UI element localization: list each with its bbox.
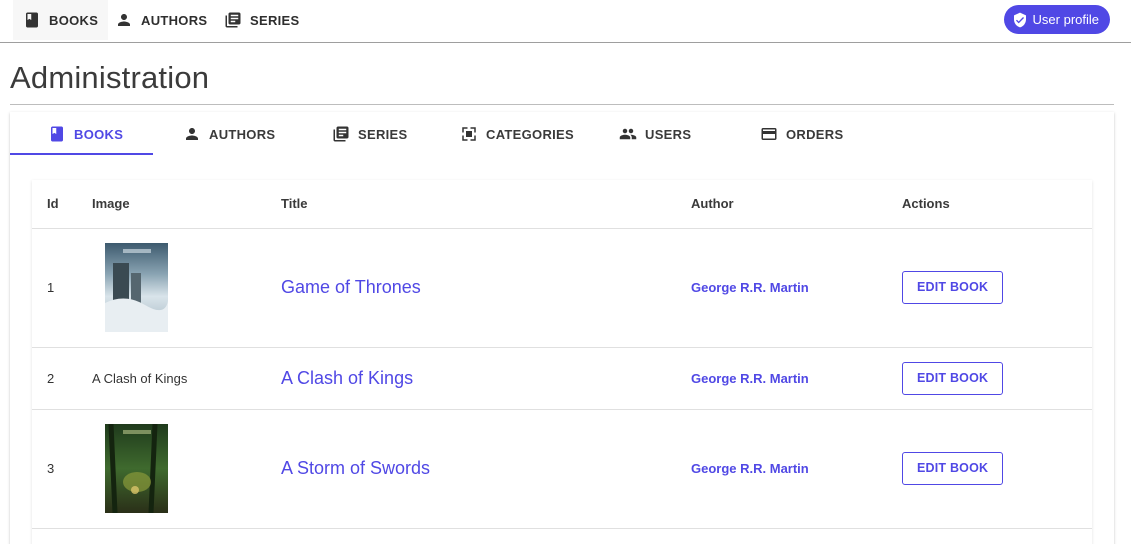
book-cover-image <box>105 243 168 332</box>
active-tab-indicator <box>10 153 153 155</box>
header-image: Image <box>92 180 281 229</box>
admin-card: BOOKS AUTHORS SERIES CATEGORIES USERS OR… <box>10 112 1114 544</box>
tab-authors-label: AUTHORS <box>209 126 276 142</box>
top-navbar: BOOKS AUTHORS SERIES User profile <box>0 0 1131 43</box>
table-row: 3 A Storm of Swords George R.R. Martin E… <box>32 409 1092 529</box>
tab-categories-label: CATEGORIES <box>486 126 574 142</box>
book-author-link[interactable]: George R.R. Martin <box>691 371 809 386</box>
cell-title: A Clash of Kings <box>281 347 691 410</box>
header-title: Title <box>281 180 691 229</box>
cell-empty <box>32 528 92 544</box>
book-author-link[interactable]: George R.R. Martin <box>691 280 809 295</box>
tab-orders[interactable]: ORDERS <box>760 112 843 156</box>
cell-author: George R.R. Martin <box>691 409 902 529</box>
cell-empty <box>902 528 1092 544</box>
book-title-link[interactable]: A Storm of Swords <box>281 458 430 478</box>
cell-image-alt: A Clash of Kings <box>92 347 281 410</box>
book-author-link[interactable]: George R.R. Martin <box>691 461 809 476</box>
header-actions: Actions <box>902 180 1092 229</box>
user-profile-label: User profile <box>1032 12 1099 27</box>
topnav-series[interactable]: SERIES <box>214 0 309 40</box>
cell-actions: EDIT BOOK <box>902 347 1092 410</box>
cell-title: Game of Thrones <box>281 228 691 348</box>
edit-book-button[interactable]: EDIT BOOK <box>902 361 1004 395</box>
book-title-link[interactable]: A Clash of Kings <box>281 368 413 388</box>
tab-books-label: BOOKS <box>74 126 124 142</box>
edit-book-button[interactable]: EDIT BOOK <box>902 271 1004 304</box>
table-header-row: Id Image Title Author Actions <box>32 180 1092 229</box>
cell-actions: EDIT BOOK <box>902 409 1092 529</box>
cell-empty <box>281 528 691 544</box>
book-title-link[interactable]: Game of Thrones <box>281 277 421 297</box>
edit-book-button[interactable]: EDIT BOOK <box>902 452 1004 485</box>
book-icon <box>51 126 63 142</box>
topnav-books[interactable]: BOOKS <box>13 0 109 40</box>
shield-check-icon <box>1013 12 1026 27</box>
user-profile-button[interactable]: User profile <box>1003 5 1110 34</box>
tab-categories[interactable]: CATEGORIES <box>460 112 574 156</box>
person-icon <box>118 14 130 26</box>
books-table-container: Id Image Title Author Actions 1 Game of … <box>32 180 1092 544</box>
table-row-partial <box>32 528 1092 544</box>
topnav-authors[interactable]: AUTHORS <box>105 0 217 40</box>
tab-orders-label: ORDERS <box>786 126 844 142</box>
tab-series-label: SERIES <box>358 126 408 142</box>
library-icon <box>225 12 241 28</box>
topnav-series-label: SERIES <box>250 12 300 28</box>
cell-author: George R.R. Martin <box>691 347 902 410</box>
admin-tabs: BOOKS AUTHORS SERIES CATEGORIES USERS OR… <box>10 112 1114 156</box>
header-id: Id <box>32 180 92 229</box>
cell-id: 3 <box>32 409 92 529</box>
library-icon <box>333 126 349 142</box>
group-icon <box>619 128 637 140</box>
cell-image <box>92 409 281 529</box>
cell-id: 2 <box>32 347 92 410</box>
cell-actions: EDIT BOOK <box>902 228 1092 348</box>
tab-series[interactable]: SERIES <box>332 112 407 156</box>
tab-users[interactable]: USERS <box>619 112 691 156</box>
tab-users-label: USERS <box>645 126 692 142</box>
table-row: 1 Game of Thrones George R.R. Martin EDI… <box>32 228 1092 348</box>
cell-image <box>92 228 281 348</box>
book-cover-image <box>105 424 168 513</box>
topnav-authors-label: AUTHORS <box>141 12 208 28</box>
books-table: Id Image Title Author Actions 1 Game of … <box>32 180 1092 544</box>
card-icon <box>761 128 777 140</box>
cell-author: George R.R. Martin <box>691 228 902 348</box>
header-author: Author <box>691 180 902 229</box>
category-icon <box>462 127 476 141</box>
page-title: Administration <box>10 60 210 95</box>
cell-empty <box>92 528 281 544</box>
table-row: 2 A Clash of Kings A Clash of Kings Geor… <box>32 347 1092 410</box>
cell-id: 1 <box>32 228 92 348</box>
tab-books[interactable]: BOOKS <box>48 112 123 156</box>
book-icon <box>26 12 38 28</box>
topnav-books-label: BOOKS <box>49 12 99 28</box>
tab-authors[interactable]: AUTHORS <box>183 112 275 156</box>
title-divider <box>10 104 1114 105</box>
cell-title: A Storm of Swords <box>281 409 691 529</box>
person-icon <box>186 128 198 140</box>
cell-empty <box>691 528 902 544</box>
